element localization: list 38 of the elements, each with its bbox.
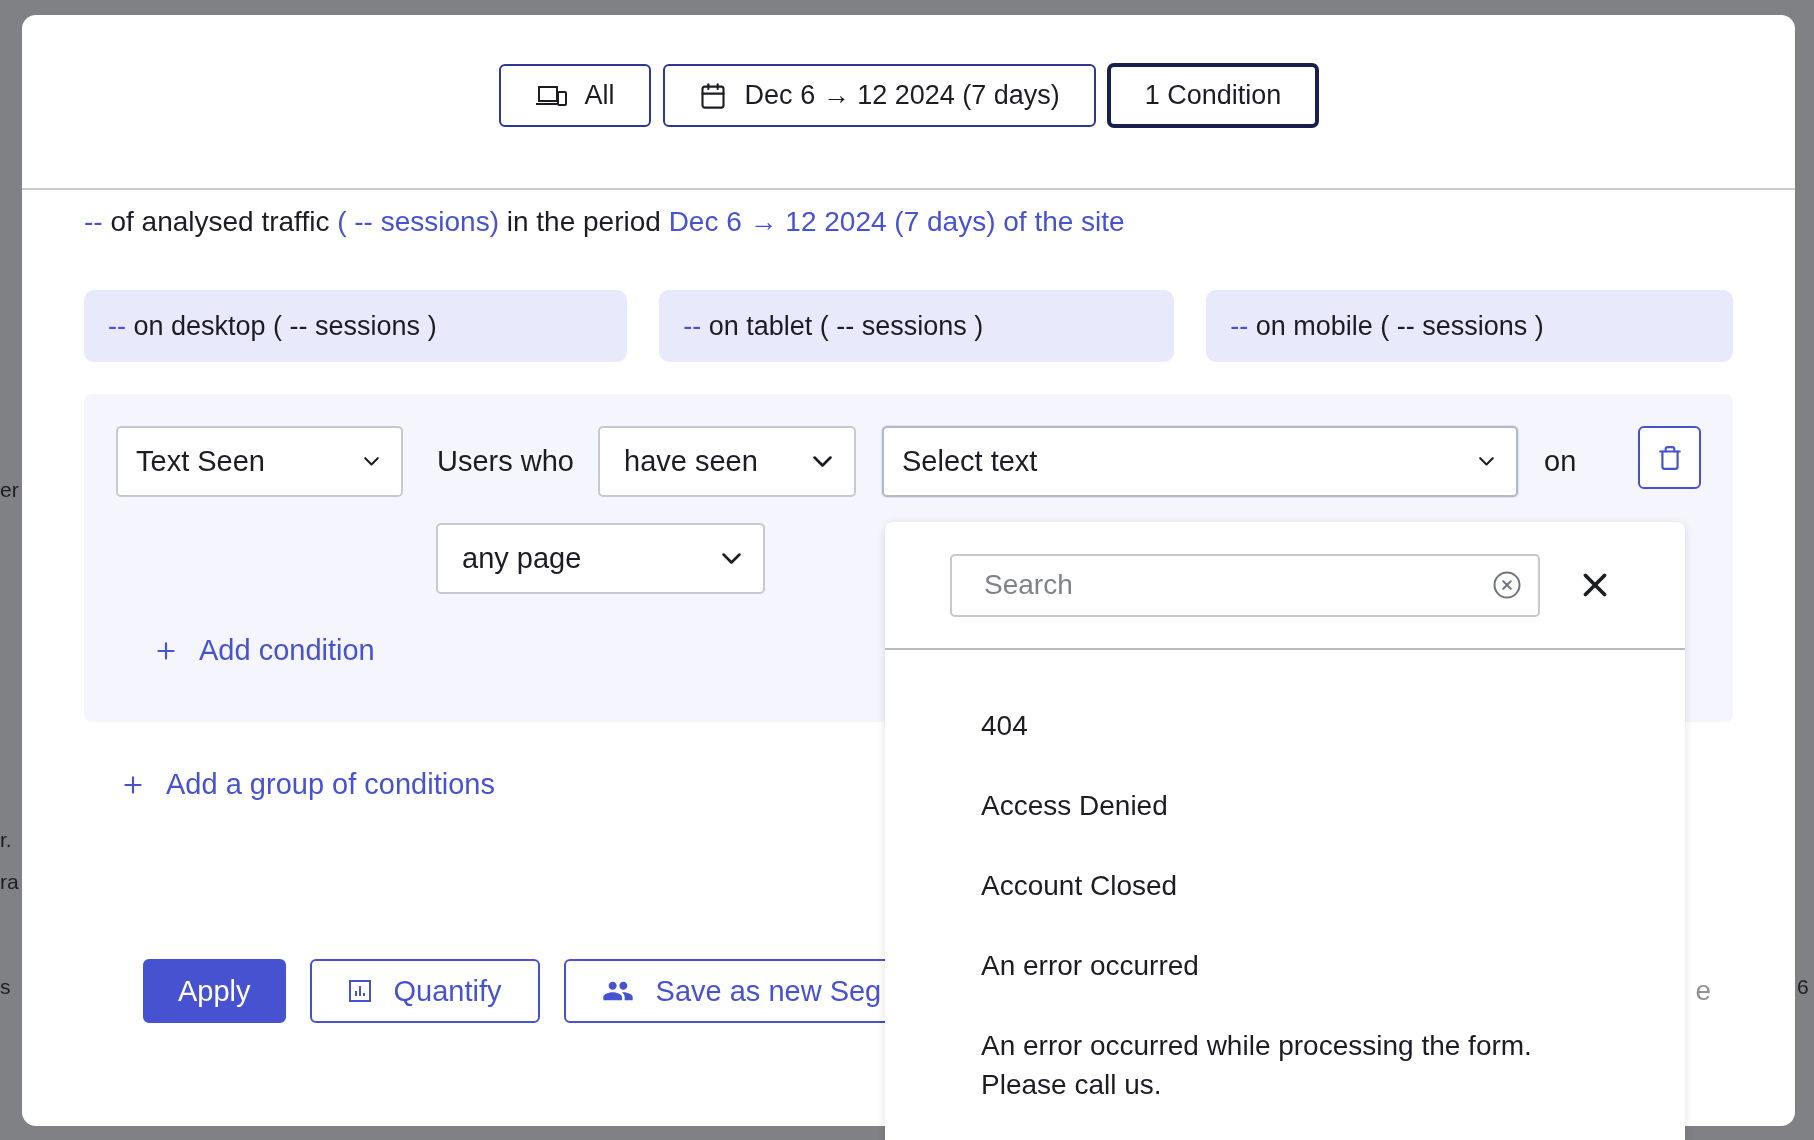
dropdown-option[interactable]: 404: [981, 706, 1601, 745]
search-field[interactable]: Search: [950, 553, 1540, 617]
devices-icon: [534, 83, 567, 108]
add-group-link[interactable]: Add a group of conditions: [120, 768, 495, 801]
action-button[interactable]: Quantify: [309, 959, 540, 1023]
dropdown-option[interactable]: An error occurred while processing the form. Please call us.: [981, 1026, 1601, 1104]
device-card: -- on desktop ( -- sessions ): [84, 290, 628, 362]
dropdown-option[interactable]: Account Closed: [981, 866, 1601, 905]
page-select[interactable]: any page: [436, 523, 765, 594]
chevron-down-icon: [722, 553, 741, 564]
device-card: -- on tablet ( -- sessions ): [659, 290, 1175, 362]
calendar-icon: [698, 81, 727, 110]
background-text: r.: [0, 828, 12, 852]
users-label: Users who: [437, 445, 574, 478]
bar-chart-icon: [347, 979, 372, 1003]
on-label: on: [1544, 445, 1577, 478]
chevron-down-icon: [1479, 457, 1494, 466]
traffic-summary: -- of analysed traffic ( -- sessions) in the period Dec 6 → 12 2024 (7 days) of the site: [84, 205, 1125, 239]
add-condition-link[interactable]: Add condition: [153, 634, 375, 667]
device-card: -- on mobile ( -- sessions ): [1206, 290, 1733, 362]
type-select[interactable]: Text Seen: [116, 426, 403, 497]
background-text: 6: [1797, 975, 1809, 999]
background-text: ra: [0, 870, 19, 894]
dropdown-option[interactable]: An error occurred: [981, 946, 1601, 985]
dropdown-option[interactable]: Access Denied: [981, 786, 1601, 825]
filter-button[interactable]: All: [498, 64, 651, 127]
filter-button[interactable]: 1 Condition: [1107, 64, 1319, 127]
chevron-down-icon: [364, 457, 379, 466]
background-text: s: [0, 975, 11, 999]
chevron-down-icon: [813, 456, 832, 467]
delete-button[interactable]: [1638, 426, 1701, 489]
text-select[interactable]: Select text: [882, 426, 1518, 497]
background-text: er: [0, 478, 19, 502]
clear-icon[interactable]: [1492, 569, 1522, 600]
trash-icon: [1656, 444, 1683, 471]
action-button[interactable]: Apply: [143, 959, 286, 1023]
filter-button[interactable]: Dec 6 → 12 2024 (7 days): [662, 64, 1096, 127]
verb-select[interactable]: have seen: [598, 426, 856, 497]
